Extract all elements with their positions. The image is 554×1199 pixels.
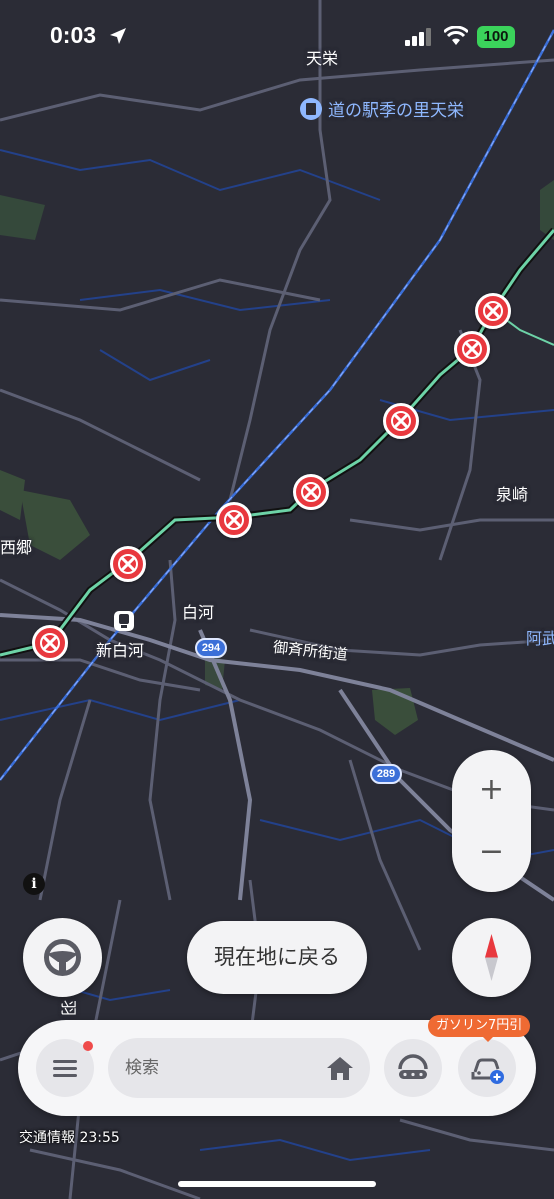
road-closure-icon[interactable] xyxy=(110,546,146,582)
compass-icon xyxy=(485,934,498,981)
map-label-side: 羽 xyxy=(59,999,79,1017)
battery-indicator: 100 xyxy=(477,26,515,48)
zoom-control: + − xyxy=(452,750,531,892)
compass-button[interactable] xyxy=(452,918,531,997)
car-add-icon xyxy=(471,1058,504,1084)
road-closure-icon[interactable] xyxy=(216,502,252,538)
map-label-abukuma: 阿武 xyxy=(526,629,554,648)
roadside-station-icon xyxy=(300,98,322,120)
map-label-michi-no-eki[interactable]: 道の駅季の里天栄 xyxy=(300,96,464,121)
route-icon xyxy=(398,1054,428,1079)
zoom-out-button[interactable]: − xyxy=(452,816,531,887)
map-label-shin-shirakawa: 新白河 xyxy=(96,641,145,660)
search-placeholder: 検索 xyxy=(125,1058,159,1078)
car-register-button[interactable] xyxy=(458,1039,516,1097)
search-input[interactable]: 検索 xyxy=(108,1038,370,1098)
gasoline-discount-badge[interactable]: ガソリン7円引 xyxy=(428,1015,531,1042)
menu-button[interactable] xyxy=(36,1039,94,1097)
train-station-icon xyxy=(114,611,134,631)
map-label-nishigo: 西郷 xyxy=(0,538,33,557)
map-label-shirakawa: 白河 xyxy=(182,603,215,622)
route-button[interactable] xyxy=(384,1039,442,1097)
zoom-in-button[interactable]: + xyxy=(452,754,531,825)
status-bar: 0:03 100 xyxy=(0,0,554,74)
home-indicator[interactable] xyxy=(178,1181,376,1187)
drive-mode-button[interactable] xyxy=(23,918,102,997)
signal-icon xyxy=(405,28,431,46)
road-closure-icon[interactable] xyxy=(383,403,419,439)
route-shield-289: 289 xyxy=(370,764,402,784)
route-shield-294: 294 xyxy=(195,638,227,658)
location-arrow-icon xyxy=(110,28,126,44)
road-closure-icon[interactable] xyxy=(293,474,329,510)
info-icon[interactable]: i xyxy=(23,873,45,895)
notification-dot xyxy=(83,1041,93,1051)
status-time: 0:03 xyxy=(50,22,97,48)
traffic-info-timestamp: 交通情報 23:55 xyxy=(19,1130,120,1146)
road-closure-icon[interactable] xyxy=(475,293,511,329)
return-to-location-button[interactable]: 現在地に戻る xyxy=(187,921,367,994)
map-label-izumizaki: 泉崎 xyxy=(496,485,529,504)
wifi-icon xyxy=(444,26,468,45)
road-closure-icon[interactable] xyxy=(454,331,490,367)
road-closure-icon[interactable] xyxy=(32,625,68,661)
home-icon[interactable] xyxy=(326,1055,354,1081)
steering-wheel-icon xyxy=(44,939,81,976)
